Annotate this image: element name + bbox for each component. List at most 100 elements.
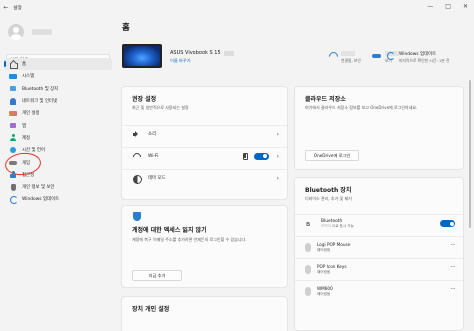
card-subtitle: 최근 및 일반적으로 사용되는 설정 [132,105,189,110]
scrollbar[interactable] [469,80,471,228]
card-body: 여기에서 클라우드 저장소 정보를 보고 OneDrive에 로그인하세요. [305,105,418,110]
sidebar-item-accounts[interactable]: 계정 [4,132,112,144]
device-info-row: ASUS Vivobook S 15 이름 바꾸기 연결됨, 보안 보기 Win… [122,44,474,70]
row-label: 테마 모드 [148,176,166,181]
window-title: 설정 [13,5,22,11]
sidebar-item-privacy-security[interactable]: 개인 정보 및 보안 [4,181,112,193]
device-status: 페어링됨 [317,270,331,274]
avatar [8,24,24,40]
back-arrow-icon[interactable]: ← [1,4,11,11]
rename-link[interactable]: 이름 바꾸기 [170,58,191,64]
card-subtitle: 디바이스 관리, 추가 및 제거 [305,196,352,201]
sidebar-item-network[interactable]: 네트워크 및 인터넷 [4,95,112,107]
sidebar-item-apps[interactable]: 앱 [4,119,112,131]
privacy-security-icon [9,183,17,191]
sidebar-item-bluetooth[interactable]: Bluetooth 및 장치 [4,83,112,95]
blurred-user-name [32,29,52,35]
page-title: 홈 [122,23,130,33]
wifi-status[interactable]: 연결됨, 보안 [328,51,361,64]
bluetooth-devices-icon [9,85,17,92]
wifi-status-text: 연결됨, 보안 [341,58,361,63]
accounts-icon [9,134,17,142]
sidebar-item-windows-update[interactable]: Windows 업데이트 [4,193,112,205]
device-row-wm600[interactable]: WM600 페어링됨 ··· [295,280,463,300]
theme-icon [133,174,142,184]
sidebar-item-label: 시스템 [22,74,35,80]
device-name: Logi POP Mouse [317,242,351,247]
more-options-icon[interactable]: ··· [451,264,456,271]
update-status-text: 마지막으로 확인한 시간: 1분 전 [399,58,450,63]
home-icon [9,61,18,69]
sidebar-item-label: 네트워크 및 인터넷 [22,99,58,105]
chevron-right-icon: › [276,130,279,138]
user-profile[interactable] [8,24,52,40]
bluetooth-discoverable-text: 으로 표시 가능 [332,223,354,228]
theme-row[interactable]: 테마 모드 › [122,169,287,186]
card-title: 클라우드 저장소 [305,96,346,103]
device-name-text: ASUS Vivobook S 15 [170,50,221,56]
card-title: 계정에 대한 액세스 잃지 않기 [132,227,207,234]
sound-icon [133,131,140,138]
shield-icon [133,212,141,221]
sidebar-item-label: 앱 [22,123,27,129]
sidebar-item-label: 계정 [22,135,31,141]
update-title: Windows 업데이트 [399,52,437,57]
bluetooth-toggle[interactable] [440,220,455,227]
sidebar-item-home[interactable]: 홈 [4,58,112,71]
card-title: Bluetooth 장치 [305,187,352,194]
personalization-icon [9,110,17,117]
battery-icon [242,152,248,160]
time-language-icon [9,146,17,154]
wifi-network-name [341,51,361,57]
system-icon [9,73,17,80]
minimize-button[interactable]: — [427,3,433,10]
bluetooth-toggle-row[interactable]: ʙ Bluetooth 으로 표시 가능 [295,214,463,232]
chevron-right-icon: › [276,174,279,182]
more-options-icon[interactable]: ··· [451,242,456,249]
apps-icon [9,122,17,129]
device-name: ASUS Vivobook S 15 [170,50,234,56]
update-icon [386,52,395,60]
add-recovery-email-button[interactable]: 지금 추가 [132,270,182,281]
more-options-icon[interactable]: ··· [451,286,456,293]
sound-row[interactable]: 소리 › [122,125,287,142]
device-status: 페어링됨 [317,292,331,296]
mouse-icon [305,287,311,296]
row-label: Wi-Fi [148,153,159,159]
window-controls: — □ ✕ [427,3,468,10]
network-icon [9,97,17,105]
bluetooth-icon: ʙ [306,220,311,228]
onedrive-signin-button[interactable]: OneDrive에 로그인 [305,150,359,161]
bluetooth-devices-card: Bluetooth 장치 디바이스 관리, 추가 및 제거 ʙ Bluetoot… [294,177,464,331]
sidebar-item-label: 개인 설정 [22,111,40,117]
close-button[interactable]: ✕ [463,3,468,10]
chevron-right-icon: › [276,152,279,160]
wifi-icon [328,52,337,59]
row-label: 소리 [148,132,157,137]
blurred-text [223,50,234,56]
device-row-logi-mouse[interactable]: Logi POP Mouse 페어링됨 ··· [295,236,463,256]
device-name: WM600 [317,286,333,291]
sidebar-item-system[interactable]: 시스템 [4,70,112,82]
recommended-settings-card: 권장 설정 최근 및 일반적으로 사용되는 설정 소리 › Wi-Fi › 테마… [121,86,288,200]
device-row-pop-keys[interactable]: POP Icon Keys 페어링됨 ··· [295,258,463,278]
cloud-icon [372,52,381,59]
maximize-button[interactable]: □ [445,3,451,10]
account-security-card: 계정에 대한 액세스 잃지 않기 계정에 복구 이메일 주소를 추가하면 언제든… [121,205,288,288]
sidebar-item-label: 홈 [22,62,27,68]
wifi-toggle[interactable] [253,152,269,160]
device-customize-card: 장치 개인 설정 [121,296,288,331]
mouse-icon [305,243,311,252]
sidebar-nav: 홈 시스템 Bluetooth 및 장치 네트워크 및 인터넷 개인 설정 앱 … [4,58,112,206]
device-name: POP Icon Keys [317,264,347,269]
wifi-icon [133,153,140,160]
wifi-row[interactable]: Wi-Fi › [122,147,287,164]
device-status: 페어링됨 [317,248,331,252]
sidebar-item-label: Windows 업데이트 [22,197,60,203]
windows-update-status[interactable]: Windows 업데이트 마지막으로 확인한 시간: 1분 전 [386,51,449,64]
keyboard-icon [305,265,311,274]
sidebar-item-label: 개인 정보 및 보안 [22,185,55,191]
device-image [122,44,162,68]
sidebar-item-label: Bluetooth 및 장치 [22,86,59,92]
sidebar-item-personalization[interactable]: 개인 설정 [4,107,112,119]
